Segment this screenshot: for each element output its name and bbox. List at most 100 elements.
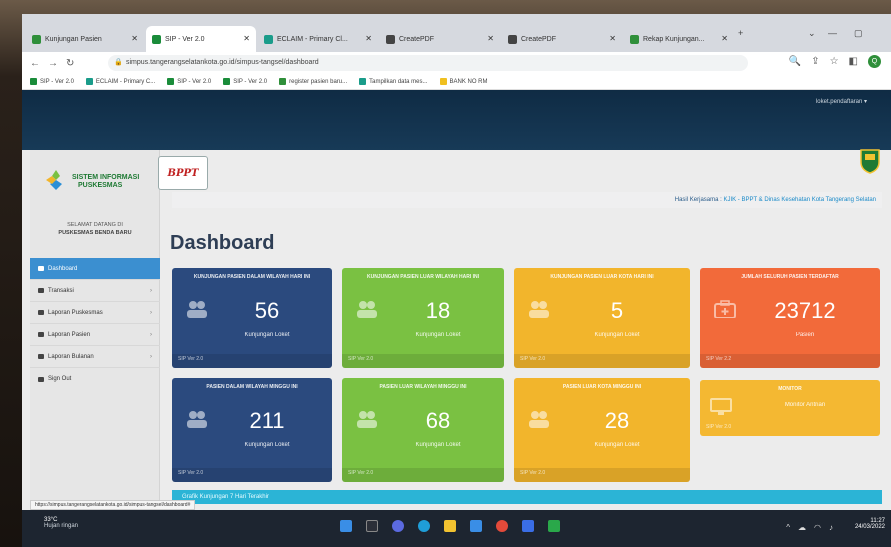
stat-card-pasien-dalam-wilayah-minggu-ini[interactable]: PASIEN DALAM WILAYAH MINGGU INI 211 Kunj… [172, 378, 332, 482]
cloud-icon[interactable]: ☁ [798, 523, 806, 532]
card-title: KUNJUNGAN PASIEN DALAM WILAYAH HARI INI [193, 274, 311, 280]
chrome-icon[interactable] [496, 520, 508, 532]
bookmark-label: SIP - Ver 2.0 [177, 78, 212, 85]
tab-5[interactable]: CreatePDF ✕ [502, 26, 622, 52]
taskbar-apps [340, 520, 560, 532]
toolbar-actions: 🔍 ⇪ ☆ ◧ Q [789, 55, 881, 68]
close-tab-icon[interactable]: ✕ [243, 34, 250, 43]
stat-card-kunjungan-luar-wilayah-hari-ini[interactable]: KUNJUNGAN PASIEN LUAR WILAYAH HARI INI 1… [342, 268, 504, 368]
edge-icon[interactable] [418, 520, 430, 532]
new-tab-button[interactable]: + [738, 28, 743, 38]
reload-icon[interactable]: ↻ [66, 58, 74, 69]
back-icon[interactable]: ← [30, 58, 40, 69]
tab-label: SIP - Ver 2.0 [165, 35, 205, 43]
card-unit: Kunjungan Loket [594, 442, 640, 448]
card-title: MONITOR [778, 386, 802, 392]
minimize-icon[interactable]: — [828, 28, 837, 38]
tab-search-icon[interactable]: ⌄ [808, 28, 816, 39]
tab-3[interactable]: ECLAIM - Primary Cl... ✕ [258, 26, 378, 52]
clock[interactable]: 11:27 24/03/2022 [855, 518, 885, 530]
bookmark-label: SIP - Ver 2.0 [233, 78, 268, 85]
profile-avatar[interactable]: Q [868, 55, 881, 68]
monitor-card[interactable]: MONITOR Monitor Antrian SIP Ver 2.0 [700, 380, 880, 436]
sidebar-item-laporan-pasien[interactable]: Laporan Pasien › [30, 324, 160, 346]
volume-icon[interactable]: ♪ [829, 523, 833, 532]
bookmark-item[interactable]: ECLAIM - Primary C... [85, 78, 156, 85]
clock-date: 24/03/2022 [854, 524, 885, 530]
visits-chart-header[interactable]: Grafik Kunjungan 7 Hari Terakhir [172, 490, 882, 504]
bookmark-star-icon[interactable]: ☆ [830, 56, 839, 67]
card-version: SIP Ver 2.0 [520, 470, 546, 476]
close-tab-icon[interactable]: ✕ [365, 34, 372, 43]
app-header [22, 90, 891, 150]
sidebar-menu: Dashboard Transaksi › Laporan Puskesmas … [30, 258, 160, 390]
dashboard-icon [38, 266, 44, 271]
bookmark-label: Tampilkan data mes... [369, 78, 428, 85]
tab-favicon-icon [32, 34, 41, 44]
stat-card-jumlah-seluruh-pasien[interactable]: JUMLAH SELURUH PASIEN TERDAFTAR 23712 Pa… [700, 268, 880, 368]
sidebar-item-laporan-puskesmas[interactable]: Laporan Puskesmas › [30, 302, 160, 324]
stat-card-kunjungan-luar-kota-hari-ini[interactable]: KUNJUNGAN PASIEN LUAR KOTA HARI INI 5 Ku… [514, 268, 690, 368]
chevron-up-icon[interactable]: ^ [786, 523, 790, 532]
forward-icon[interactable]: → [48, 58, 58, 69]
bookmark-item[interactable]: register pasien baru... [279, 78, 347, 85]
app-icon[interactable] [522, 520, 534, 532]
share-icon[interactable]: ⇪ [811, 56, 819, 67]
user-menu[interactable]: loket.pendaftaran ▾ [816, 98, 867, 105]
bookmark-item[interactable]: SIP - Ver 2.0 [30, 78, 74, 85]
tab-favicon-icon [386, 34, 395, 44]
bookmark-item[interactable]: Tampilkan data mes... [359, 78, 428, 85]
address-bar[interactable]: 🔒 simpus.tangerangselatankota.go.id/simp… [108, 55, 748, 71]
bookmark-favicon-icon [223, 78, 231, 85]
bookmark-item[interactable]: SIP - Ver 2.0 [167, 78, 211, 85]
lock-icon[interactable]: 🔒 [114, 55, 123, 71]
browser-toolbar: ← → ↻ 🔒 simpus.tangerangselatankota.go.i… [22, 52, 891, 74]
bookmark-item[interactable]: SIP - Ver 2.0 [223, 78, 267, 85]
tab-6[interactable]: Rekap Kunjungan... ✕ [624, 26, 734, 52]
windows-start-icon[interactable] [340, 520, 352, 532]
bookmark-favicon-icon [167, 78, 175, 85]
store-icon[interactable] [470, 520, 482, 532]
bookmark-item[interactable]: BANK NO RM [439, 78, 488, 85]
close-tab-icon[interactable]: ✕ [721, 34, 728, 43]
side-panel-icon[interactable]: ◧ [849, 56, 858, 67]
bookmark-label: ECLAIM - Primary C... [95, 78, 156, 85]
card-value: 23712 [774, 298, 836, 323]
sign-out-icon [38, 376, 44, 382]
zoom-icon[interactable]: 🔍 [789, 56, 801, 67]
stat-card-pasien-luar-kota-minggu-ini[interactable]: PASIEN LUAR KOTA MINGGU INI 28 Kunjungan… [514, 378, 690, 482]
sidebar-item-dashboard[interactable]: Dashboard [30, 258, 160, 280]
stat-card-kunjungan-dalam-wilayah-hari-ini[interactable]: KUNJUNGAN PASIEN DALAM WILAYAH HARI INI … [172, 268, 332, 368]
tab-favicon-icon [630, 34, 639, 44]
chevron-right-icon: › [150, 331, 152, 338]
stat-card-pasien-luar-wilayah-minggu-ini[interactable]: PASIEN LUAR WILAYAH MINGGU INI 68 Kunjun… [342, 378, 504, 482]
credit-bar: Hasil Kerjasama : KJIK - BPPT & Dinas Ke… [172, 192, 882, 208]
maximize-icon[interactable]: ▢ [854, 28, 863, 39]
sidebar-item-label: Laporan Bulanan [48, 353, 94, 360]
tab-2-active[interactable]: SIP - Ver 2.0 ✕ [146, 26, 256, 52]
wifi-icon[interactable]: ◠ [814, 523, 821, 532]
chevron-right-icon: › [150, 287, 152, 294]
tab-4[interactable]: CreatePDF ✕ [380, 26, 500, 52]
sidebar-item-sign-out[interactable]: Sign Out [30, 368, 160, 390]
file-explorer-icon[interactable] [444, 520, 456, 532]
sidebar-item-transaksi[interactable]: Transaksi › [30, 280, 160, 302]
search-icon[interactable] [366, 520, 378, 532]
sidebar-item-label: Laporan Puskesmas [48, 309, 103, 316]
card-unit: Kunjungan Loket [244, 442, 290, 448]
card-value: 18 [425, 298, 451, 323]
close-tab-icon[interactable]: ✕ [487, 34, 494, 43]
sidebar-item-laporan-bulanan[interactable]: Laporan Bulanan › [30, 346, 160, 368]
excel-icon[interactable] [548, 520, 560, 532]
tab-1[interactable]: Kunjungan Pasien ✕ [26, 26, 144, 52]
weather-widget[interactable]: 33°C Hujan ringan [44, 517, 78, 529]
bookmark-favicon-icon [85, 78, 93, 85]
bookmarks-bar: SIP - Ver 2.0 ECLAIM - Primary C... SIP … [22, 74, 891, 90]
card-value: 5 [610, 298, 624, 323]
bookmark-folder-icon [439, 78, 447, 85]
close-tab-icon[interactable]: ✕ [609, 34, 616, 43]
close-tab-icon[interactable]: ✕ [131, 34, 138, 43]
teams-icon[interactable] [392, 520, 404, 532]
page-title: Dashboard [170, 232, 275, 254]
tab-favicon-icon [264, 34, 273, 44]
